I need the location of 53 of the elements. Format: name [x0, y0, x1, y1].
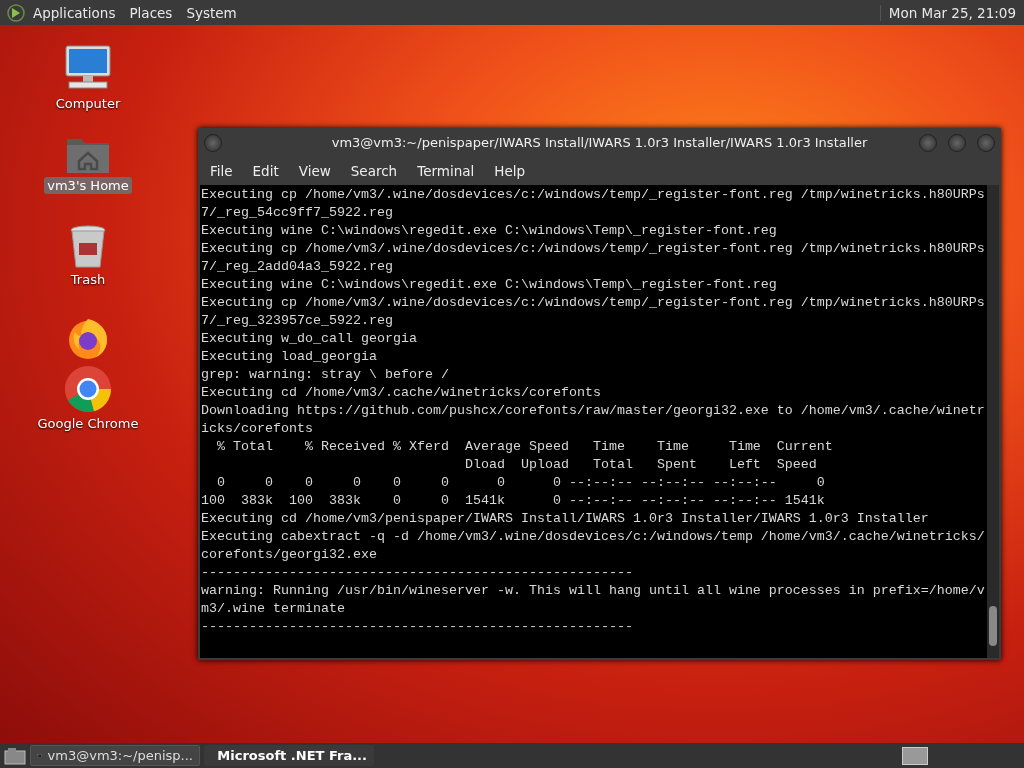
desktop-icon-label[interactable]: vm3's Home [44, 177, 132, 194]
workspace-switcher[interactable] [902, 746, 928, 765]
terminal-line: Executing wine C:\windows\regedit.exe C:\windows\Temp\_register-font.reg [201, 222, 777, 240]
terminal-line: grep: warning: stray \ before / [201, 366, 449, 384]
scrollbar[interactable] [987, 185, 999, 658]
panel-menu[interactable]: Places [122, 4, 180, 21]
terminal-line: 100 383k 100 383k 0 0 1541k 0 --:--:-- --:--:-- --:--:-- 1541k [201, 492, 825, 510]
menu-item[interactable]: View [288, 163, 341, 179]
terminal-line: % Total % Received % Xferd Average Speed Time Time Time Current [216, 438, 833, 456]
terminal-line: 7/_reg_54cc9ff7_5922.reg [201, 204, 393, 222]
show-desktop-icon[interactable] [4, 746, 26, 765]
scrollbar-thumb[interactable] [989, 606, 997, 646]
menu-item[interactable]: Search [340, 163, 408, 179]
terminal-line: m3/.wine terminate [201, 600, 345, 618]
terminal-line: Executing load_georgia [201, 348, 377, 366]
terminal-line: Executing cd /home/vm3/penispaper/IWARS Install/IWARS 1.0r3 Installer/IWARS 1.0r3 Installer [201, 510, 929, 528]
trash-icon[interactable] [69, 225, 107, 269]
terminal-line: 7/_reg_2add04a3_5922.reg [201, 258, 393, 276]
menu-item[interactable]: Edit [242, 163, 289, 179]
terminal-line: 7/_reg_323957ce_5922.reg [201, 312, 393, 330]
panel-menu[interactable]: Applications [26, 4, 123, 21]
terminal-line: icks/corefonts [201, 420, 313, 438]
menu-item[interactable]: Help [484, 163, 536, 179]
desktop-icon-label[interactable]: Computer [52, 95, 124, 112]
terminal-line: Executing wine C:\windows\regedit.exe C:\windows\Temp\_register-font.reg [201, 276, 777, 294]
clock[interactable]: Mon Mar 25, 21:09 [879, 4, 1024, 21]
terminal-line: Executing cabextract -q -d /home/vm3/.wine/dosdevices/c:/windows/temp /home/vm3/.cache/winetricks/ [201, 528, 985, 546]
menu-item[interactable]: Terminal [407, 163, 485, 179]
chrome-icon[interactable] [64, 365, 112, 413]
desktop-icon-label[interactable]: Trash [67, 271, 109, 288]
taskbar-button[interactable]: Microsoft .NET Fra... [204, 745, 374, 766]
terminal-line: Executing cd /home/vm3/.cache/winetricks/corefonts [201, 384, 601, 402]
terminal-line: Executing w_do_call georgia [201, 330, 417, 348]
desktop-icon-label[interactable]: Google Chrome [34, 415, 142, 432]
terminal-line: warning: Running /usr/bin/wineserver -w. This will hang until all wine processes in prefix=/home/v [201, 582, 985, 600]
logo-icon[interactable] [6, 3, 26, 22]
maximize-button[interactable] [948, 134, 966, 152]
panel-menu[interactable]: System [179, 4, 244, 21]
terminal-line: Executing cp /home/vm3/.wine/dosdevices/c:/windows/temp/_register-font.reg /tmp/winetricks.h80URPs [201, 186, 985, 204]
terminal-line: 0 0 0 0 0 0 0 0 --:--:-- --:--:-- --:--:-- 0 [216, 474, 825, 492]
terminal-line: Downloading https://github.com/pushcx/corefonts/raw/master/georgi32.exe to /home/vm3/.cache/winetr [201, 402, 985, 420]
close-button[interactable] [977, 134, 995, 152]
window-title: vm3@vm3:~/penispaper/IWARS Install/IWARS 1.0r3 Installer/IWARS 1.0r3 Installer [331, 135, 868, 150]
terminal-line: Dload Upload Total Spent Left Speed [463, 456, 817, 474]
taskbar-button[interactable]: vm3@vm3:~/penisp... [30, 745, 200, 766]
terminal-line: ------------------------------------------------------ [201, 564, 633, 582]
minimize-button[interactable] [919, 134, 937, 152]
terminal-line: ------------------------------------------------------ [201, 618, 633, 636]
terminal-line: Executing cp /home/vm3/.wine/dosdevices/c:/windows/temp/_register-font.reg /tmp/winetricks.h80URPs [201, 240, 985, 258]
window-menu-button[interactable] [204, 134, 222, 152]
terminal-line: Executing cp /home/vm3/.wine/dosdevices/c:/windows/temp/_register-font.reg /tmp/winetricks.h80URPs [201, 294, 985, 312]
menu-item[interactable]: File [200, 163, 243, 179]
terminal-line: corefonts/georgi32.exe [201, 546, 377, 564]
